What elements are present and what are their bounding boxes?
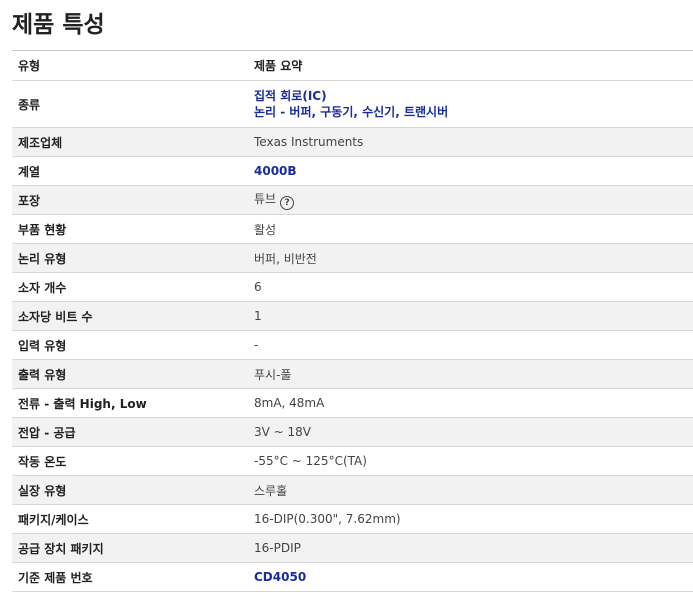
row-package-case: 패키지/케이스 16-DIP(0.300", 7.62mm): [12, 504, 693, 534]
row-manufacturer: 제조업체 Texas Instruments: [12, 127, 693, 157]
row-label: 실장 유형: [12, 475, 248, 505]
row-num-elements: 소자 개수 6: [12, 272, 693, 302]
row-series: 계열 4000B: [12, 156, 693, 186]
header-summary: 제품 요약: [248, 50, 693, 81]
row-label: 포장: [12, 185, 248, 215]
row-input-type: 입력 유형 -: [12, 330, 693, 360]
row-packaging: 포장 튜브?: [12, 185, 693, 215]
row-category: 종류 집적 회로(IC) 논리 - 버퍼, 구동기, 수신기, 트랜시버: [12, 80, 693, 128]
row-bits-per-element: 소자당 비트 수 1: [12, 301, 693, 331]
row-value: 푸시-풀: [248, 359, 693, 389]
row-mounting-type: 실장 유형 스루홀: [12, 475, 693, 505]
row-label: 전류 - 출력 High, Low: [12, 388, 248, 418]
series-link[interactable]: 4000B: [254, 164, 297, 178]
row-value: 6: [248, 272, 693, 302]
row-value: -: [248, 330, 693, 360]
page-title: 제품 특성: [12, 12, 105, 38]
row-value: 3V ~ 18V: [248, 417, 693, 447]
row-label: 전압 - 공급: [12, 417, 248, 447]
row-label: 기준 제품 번호: [12, 562, 248, 592]
row-label: 논리 유형: [12, 243, 248, 273]
product-attributes-table: 유형 제품 요약 종류 집적 회로(IC) 논리 - 버퍼, 구동기, 수신기,…: [12, 50, 693, 592]
row-label: 제조업체: [12, 127, 248, 157]
row-value: 활성: [248, 214, 693, 244]
category-link-logic-buffers[interactable]: 논리 - 버퍼, 구동기, 수신기, 트랜시버: [254, 104, 687, 120]
question-circle-icon[interactable]: ?: [280, 196, 295, 210]
packaging-value: 튜브: [254, 192, 277, 206]
row-voltage-supply: 전압 - 공급 3V ~ 18V: [12, 417, 693, 447]
row-label: 종류: [12, 80, 248, 128]
row-value: CD4050: [248, 562, 693, 592]
base-product-link[interactable]: CD4050: [254, 570, 306, 584]
row-label: 소자당 비트 수: [12, 301, 248, 331]
row-label: 작동 온도: [12, 446, 248, 476]
row-output-type: 출력 유형 푸시-풀: [12, 359, 693, 389]
row-label: 입력 유형: [12, 330, 248, 360]
row-supplier-package: 공급 장치 패키지 16-PDIP: [12, 533, 693, 563]
row-current-output: 전류 - 출력 High, Low 8mA, 48mA: [12, 388, 693, 418]
row-logic-type: 논리 유형 버퍼, 비반전: [12, 243, 693, 273]
table-header-row: 유형 제품 요약: [12, 50, 693, 81]
row-label: 부품 현황: [12, 214, 248, 244]
row-value: 16-DIP(0.300", 7.62mm): [248, 504, 693, 534]
category-link-ic[interactable]: 집적 회로(IC): [254, 88, 687, 104]
row-value: -55°C ~ 125°C(TA): [248, 446, 693, 476]
row-value: 1: [248, 301, 693, 331]
header-type: 유형: [12, 50, 248, 81]
row-label: 패키지/케이스: [12, 504, 248, 534]
row-label: 공급 장치 패키지: [12, 533, 248, 563]
row-label: 출력 유형: [12, 359, 248, 389]
row-value: 집적 회로(IC) 논리 - 버퍼, 구동기, 수신기, 트랜시버: [248, 80, 693, 128]
row-base-product-number: 기준 제품 번호 CD4050: [12, 562, 693, 592]
row-operating-temp: 작동 온도 -55°C ~ 125°C(TA): [12, 446, 693, 476]
row-label: 소자 개수: [12, 272, 248, 302]
row-value: 버퍼, 비반전: [248, 243, 693, 273]
row-value: 16-PDIP: [248, 533, 693, 563]
row-value: Texas Instruments: [248, 127, 693, 157]
row-label: 계열: [12, 156, 248, 186]
row-value: 4000B: [248, 156, 693, 186]
row-value: 튜브?: [248, 185, 693, 215]
row-part-status: 부품 현황 활성: [12, 214, 693, 244]
row-value: 8mA, 48mA: [248, 388, 693, 418]
row-value: 스루홀: [248, 475, 693, 505]
